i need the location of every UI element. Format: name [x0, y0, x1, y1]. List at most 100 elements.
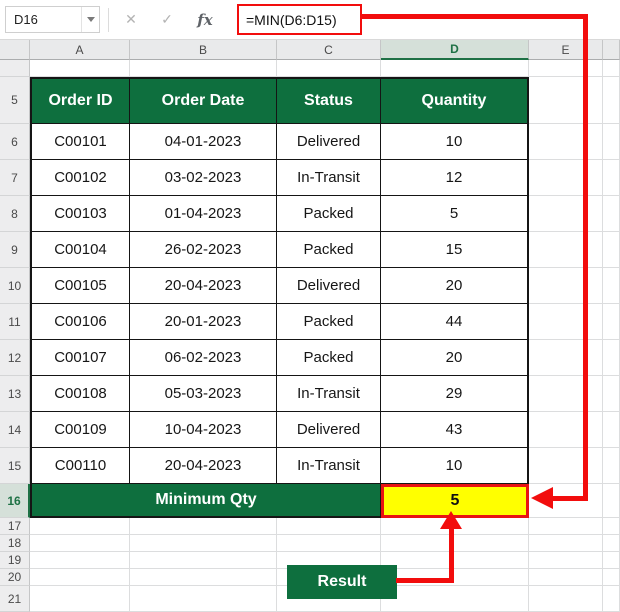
cell[interactable]	[603, 535, 620, 552]
cell-order-date[interactable]: 01-04-2023	[130, 196, 277, 232]
select-all-corner[interactable]	[0, 40, 30, 60]
cell[interactable]	[130, 535, 277, 552]
row-header[interactable]: 21	[0, 586, 30, 612]
cell[interactable]	[603, 60, 620, 77]
cell[interactable]	[603, 232, 620, 268]
cell[interactable]	[603, 484, 620, 518]
cell[interactable]	[30, 60, 130, 77]
cell[interactable]	[529, 412, 603, 448]
cell-quantity[interactable]: 15	[381, 232, 529, 268]
cell[interactable]	[529, 552, 603, 569]
cell[interactable]	[603, 268, 620, 304]
cell[interactable]	[130, 569, 277, 586]
cell[interactable]	[603, 340, 620, 376]
cell-order-id[interactable]: C00102	[30, 160, 130, 196]
cell-status[interactable]: Delivered	[277, 412, 381, 448]
row-header[interactable]: 12	[0, 340, 30, 376]
cell-order-date[interactable]: 05-03-2023	[130, 376, 277, 412]
cell[interactable]	[529, 232, 603, 268]
row-header[interactable]: 6	[0, 124, 30, 160]
name-box[interactable]: D16	[5, 6, 100, 33]
cell[interactable]	[381, 60, 529, 77]
cell[interactable]	[603, 412, 620, 448]
cell-status[interactable]: In-Transit	[277, 160, 381, 196]
cell-status[interactable]: Packed	[277, 340, 381, 376]
col-header-c[interactable]: C	[277, 40, 381, 60]
cell[interactable]	[381, 586, 529, 612]
cell[interactable]	[30, 518, 130, 535]
cell-quantity[interactable]: 44	[381, 304, 529, 340]
cell[interactable]	[529, 376, 603, 412]
cell-status[interactable]: In-Transit	[277, 448, 381, 484]
cell-quantity[interactable]: 12	[381, 160, 529, 196]
cell[interactable]	[130, 552, 277, 569]
cell[interactable]	[277, 535, 381, 552]
cell-order-date[interactable]: 26-02-2023	[130, 232, 277, 268]
row-header[interactable]: 20	[0, 569, 30, 586]
cell-quantity[interactable]: 20	[381, 340, 529, 376]
cancel-icon[interactable]: ✕	[116, 6, 146, 33]
cell[interactable]	[603, 552, 620, 569]
cell[interactable]	[529, 304, 603, 340]
cell[interactable]	[603, 77, 620, 124]
cell-status[interactable]: Delivered	[277, 268, 381, 304]
row-header[interactable]: 19	[0, 552, 30, 569]
cell[interactable]	[603, 124, 620, 160]
cell-quantity[interactable]: 20	[381, 268, 529, 304]
row-header[interactable]: 10	[0, 268, 30, 304]
cell[interactable]	[130, 60, 277, 77]
table-header-status[interactable]: Status	[277, 77, 381, 124]
cell-quantity[interactable]: 10	[381, 124, 529, 160]
cell-status[interactable]: Packed	[277, 196, 381, 232]
cell-order-date[interactable]: 10-04-2023	[130, 412, 277, 448]
cell[interactable]	[603, 376, 620, 412]
cell-order-id[interactable]: C00106	[30, 304, 130, 340]
cell-status[interactable]: Packed	[277, 232, 381, 268]
cell[interactable]	[603, 448, 620, 484]
cell-quantity[interactable]: 5	[381, 196, 529, 232]
cell[interactable]	[603, 569, 620, 586]
table-header-order-id[interactable]: Order ID	[30, 77, 130, 124]
table-header-order-date[interactable]: Order Date	[130, 77, 277, 124]
cell-order-id[interactable]: C00105	[30, 268, 130, 304]
result-label-shape[interactable]: Result	[287, 565, 397, 599]
col-header-a[interactable]: A	[30, 40, 130, 60]
cell[interactable]	[381, 552, 529, 569]
cell-status[interactable]: In-Transit	[277, 376, 381, 412]
cell[interactable]	[529, 518, 603, 535]
enter-icon[interactable]: ✓	[152, 6, 182, 33]
cell-order-id[interactable]: C00109	[30, 412, 130, 448]
cell-order-date[interactable]: 20-01-2023	[130, 304, 277, 340]
name-box-dropdown[interactable]	[81, 7, 99, 32]
cell[interactable]	[529, 340, 603, 376]
cell[interactable]	[529, 535, 603, 552]
cell-order-date[interactable]: 03-02-2023	[130, 160, 277, 196]
cell-quantity[interactable]: 43	[381, 412, 529, 448]
row-header[interactable]: 9	[0, 232, 30, 268]
row-header[interactable]: 15	[0, 448, 30, 484]
cell[interactable]	[603, 586, 620, 612]
cell-order-date[interactable]: 20-04-2023	[130, 448, 277, 484]
cell[interactable]	[130, 518, 277, 535]
cell-order-id[interactable]: C00101	[30, 124, 130, 160]
cell-order-id[interactable]: C00108	[30, 376, 130, 412]
row-header[interactable]: 5	[0, 77, 30, 124]
row-header[interactable]	[0, 60, 30, 77]
cell[interactable]	[30, 569, 130, 586]
cell[interactable]	[529, 448, 603, 484]
row-header[interactable]: 14	[0, 412, 30, 448]
cell-order-id[interactable]: C00104	[30, 232, 130, 268]
cell[interactable]	[277, 60, 381, 77]
cell[interactable]	[529, 268, 603, 304]
row-header[interactable]: 18	[0, 535, 30, 552]
row-header[interactable]: 13	[0, 376, 30, 412]
cell[interactable]	[30, 552, 130, 569]
cell[interactable]	[603, 160, 620, 196]
cell[interactable]	[529, 124, 603, 160]
formula-input[interactable]: =MIN(D6:D15)	[237, 4, 362, 35]
cell[interactable]	[30, 586, 130, 612]
row-header[interactable]: 7	[0, 160, 30, 196]
col-header-partial[interactable]	[603, 40, 620, 60]
cell[interactable]	[529, 569, 603, 586]
insert-function-icon[interactable]: fx	[190, 6, 220, 33]
